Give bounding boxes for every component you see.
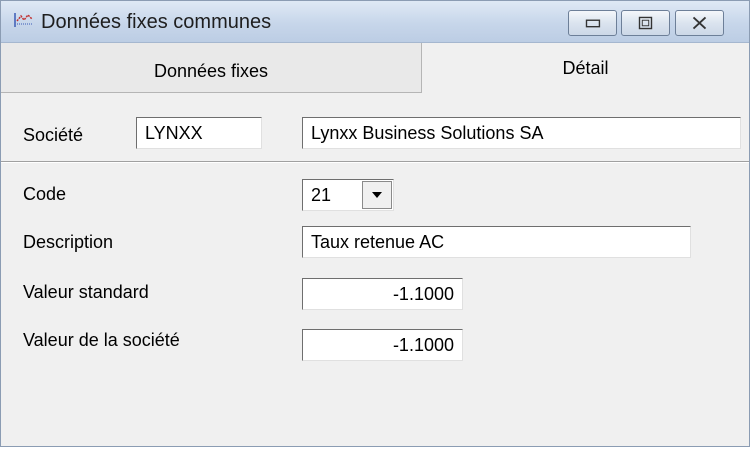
title-bar[interactable]: Données fixes communes xyxy=(1,1,749,43)
code-value: 21 xyxy=(311,185,332,205)
standard-value-label: Valeur standard xyxy=(23,282,149,302)
company-value-field[interactable]: -1.1000 xyxy=(302,329,463,361)
tab-label: Données fixes xyxy=(153,61,269,81)
maximize-icon xyxy=(638,16,653,30)
chevron-down-icon xyxy=(372,192,382,198)
company-label: Société xyxy=(23,125,84,145)
standard-value-field[interactable]: -1.1000 xyxy=(302,278,463,310)
description-field[interactable]: Taux retenue AC xyxy=(302,226,691,258)
tab-label: Détail xyxy=(562,58,609,78)
maximize-button[interactable] xyxy=(621,10,670,36)
description-label: Description xyxy=(23,232,114,252)
separator xyxy=(1,161,749,163)
code-select[interactable]: 21 xyxy=(302,179,394,211)
close-button[interactable] xyxy=(675,10,724,36)
code-label: Code xyxy=(23,184,67,204)
company-value-label: Valeur de la société xyxy=(23,330,180,350)
tab-detail[interactable]: Détail xyxy=(422,43,749,93)
window: Données fixes communes Données fixes Dét… xyxy=(0,0,750,447)
dropdown-button[interactable] xyxy=(362,181,392,209)
window-title: Données fixes communes xyxy=(41,11,272,33)
minimize-button[interactable] xyxy=(568,10,617,36)
company-name-field[interactable]: Lynxx Business Solutions SA xyxy=(302,117,741,149)
app-chart-icon xyxy=(13,11,35,29)
tab-donnees-fixes[interactable]: Données fixes xyxy=(1,43,422,93)
close-icon xyxy=(692,16,707,30)
company-code-field[interactable]: LYNXX xyxy=(136,117,262,149)
minimize-icon xyxy=(585,19,601,28)
